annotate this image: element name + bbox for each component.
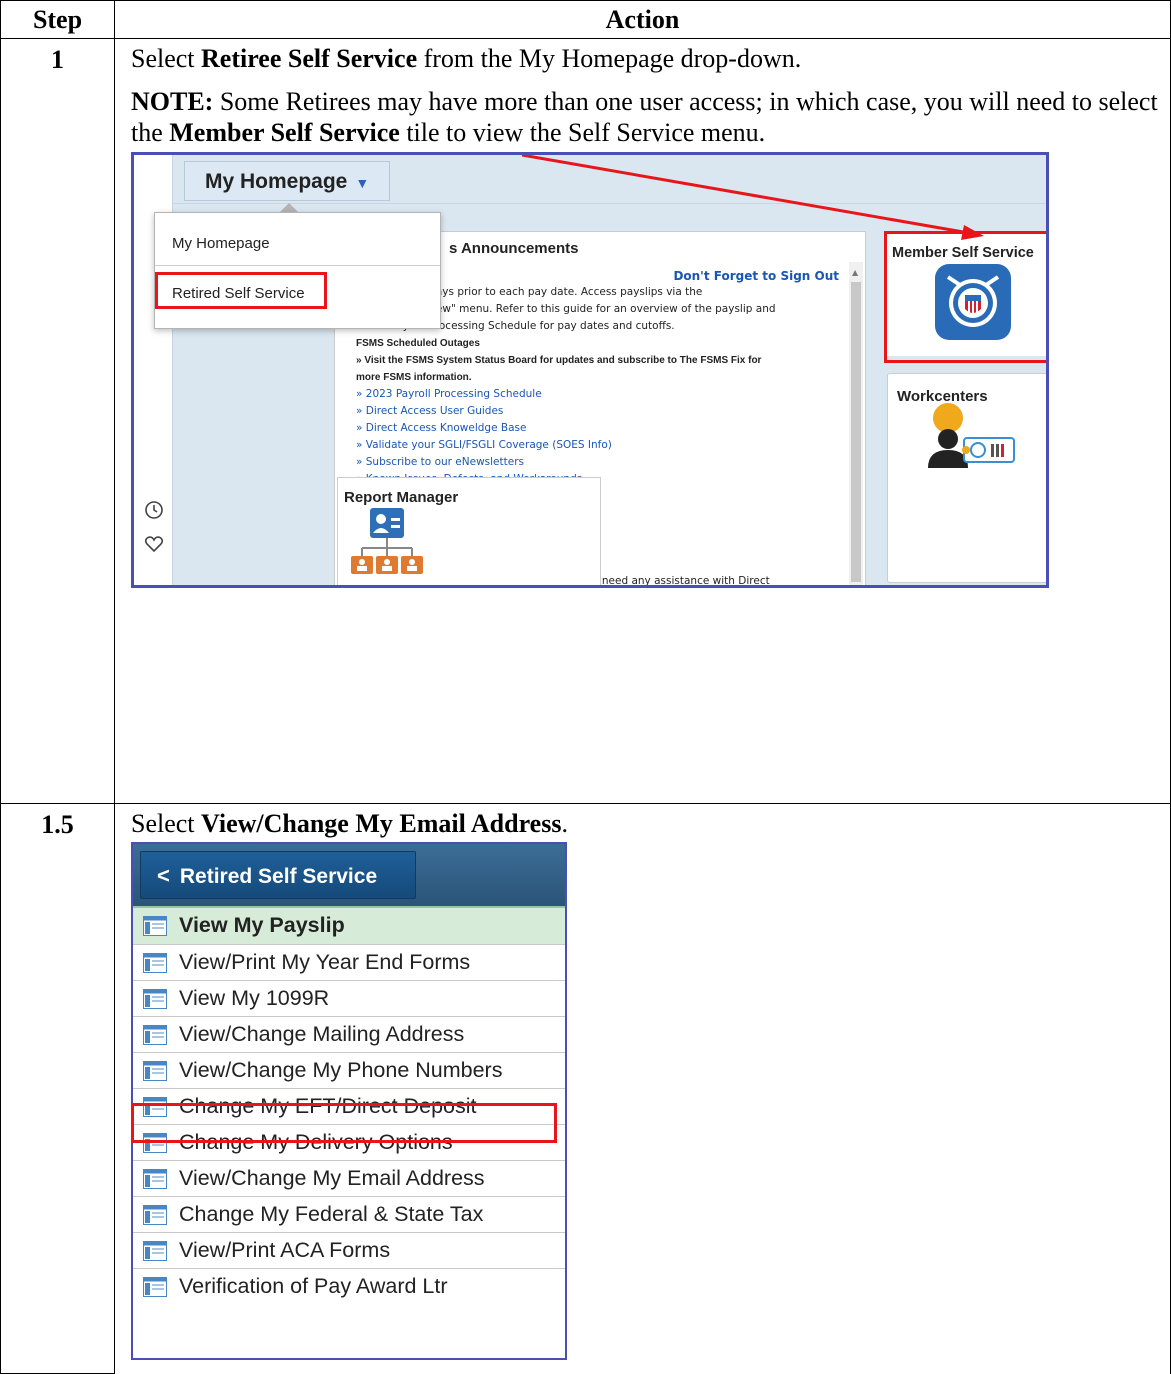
homepage-screenshot: My Homepage ▼ s Announcements Don't Forge… [131,152,1049,588]
page-icon [143,1277,167,1297]
page-icon [143,1169,167,1189]
menu-item-label: View/Change My Phone Numbers [179,1058,503,1082]
menu-item-label: View My Payslip [179,913,345,937]
menu-item[interactable]: View/Print My Year End Forms [133,944,565,980]
annotation-arrow [521,155,984,240]
page-icon [143,916,167,936]
back-button[interactable]: < Retired Self Service [140,851,416,899]
menu-item[interactable]: View My 1099R [133,980,565,1016]
step-action: Select View/Change My Email Address. < Re… [114,803,1171,1374]
note-text: NOTE: Some Retirees may have more than o… [131,87,1158,147]
page-icon [143,1241,167,1261]
menu-item[interactable]: View/Print ACA Forms [133,1232,565,1268]
chevron-left-icon: < [157,863,170,888]
menu-item-label: Verification of Pay Award Ltr [179,1274,448,1298]
highlight-box [131,1103,557,1143]
table-header-row: Step Action [0,0,1171,39]
clock-icon[interactable] [144,499,164,530]
header-action: Action [114,0,1171,39]
step-number: 1.5 [0,803,115,1374]
menu-item-label: View My 1099R [179,986,330,1010]
step-action: Select Retiree Self Service from the My … [114,38,1171,804]
menu-header: < Retired Self Service [133,844,565,906]
self-service-menu-screenshot: < Retired Self Service View My Payslip Vie… [131,842,567,1360]
menu-item[interactable]: Verification of Pay Award Ltr [133,1268,565,1304]
menu-item[interactable]: Change My Federal & State Tax [133,1196,565,1232]
menu-item-label: Change My Federal & State Tax [179,1202,484,1226]
table-row: 1.5 Select View/Change My Email Address.… [0,803,1171,1374]
page-icon [143,1205,167,1225]
menu-item[interactable]: View/Change My Email Address [133,1160,565,1196]
step-number: 1 [0,38,115,804]
instruction-text: Select Retiree Self Service from the My … [131,44,802,73]
heart-icon[interactable] [144,533,164,564]
procedure-table: Step Action 1 Select Retiree Self Servic… [0,0,1171,1374]
menu-item[interactable]: View/Change Mailing Address [133,1016,565,1052]
table-row: 1 Select Retiree Self Service from the M… [0,38,1171,804]
menu-item-label: View/Print My Year End Forms [179,950,471,974]
menu-item[interactable]: View/Change My Phone Numbers [133,1052,565,1088]
page-icon [143,1061,167,1081]
page-icon [143,1025,167,1045]
instruction-text: Select View/Change My Email Address. [131,809,568,838]
page-icon [143,953,167,973]
menu-item-label: View/Change My Email Address [179,1166,485,1190]
menu-item[interactable]: View My Payslip [133,906,565,944]
menu-item-label: View/Change Mailing Address [179,1022,465,1046]
menu-item-label: View/Print ACA Forms [179,1238,391,1262]
page-icon [143,989,167,1009]
header-step: Step [0,0,115,39]
